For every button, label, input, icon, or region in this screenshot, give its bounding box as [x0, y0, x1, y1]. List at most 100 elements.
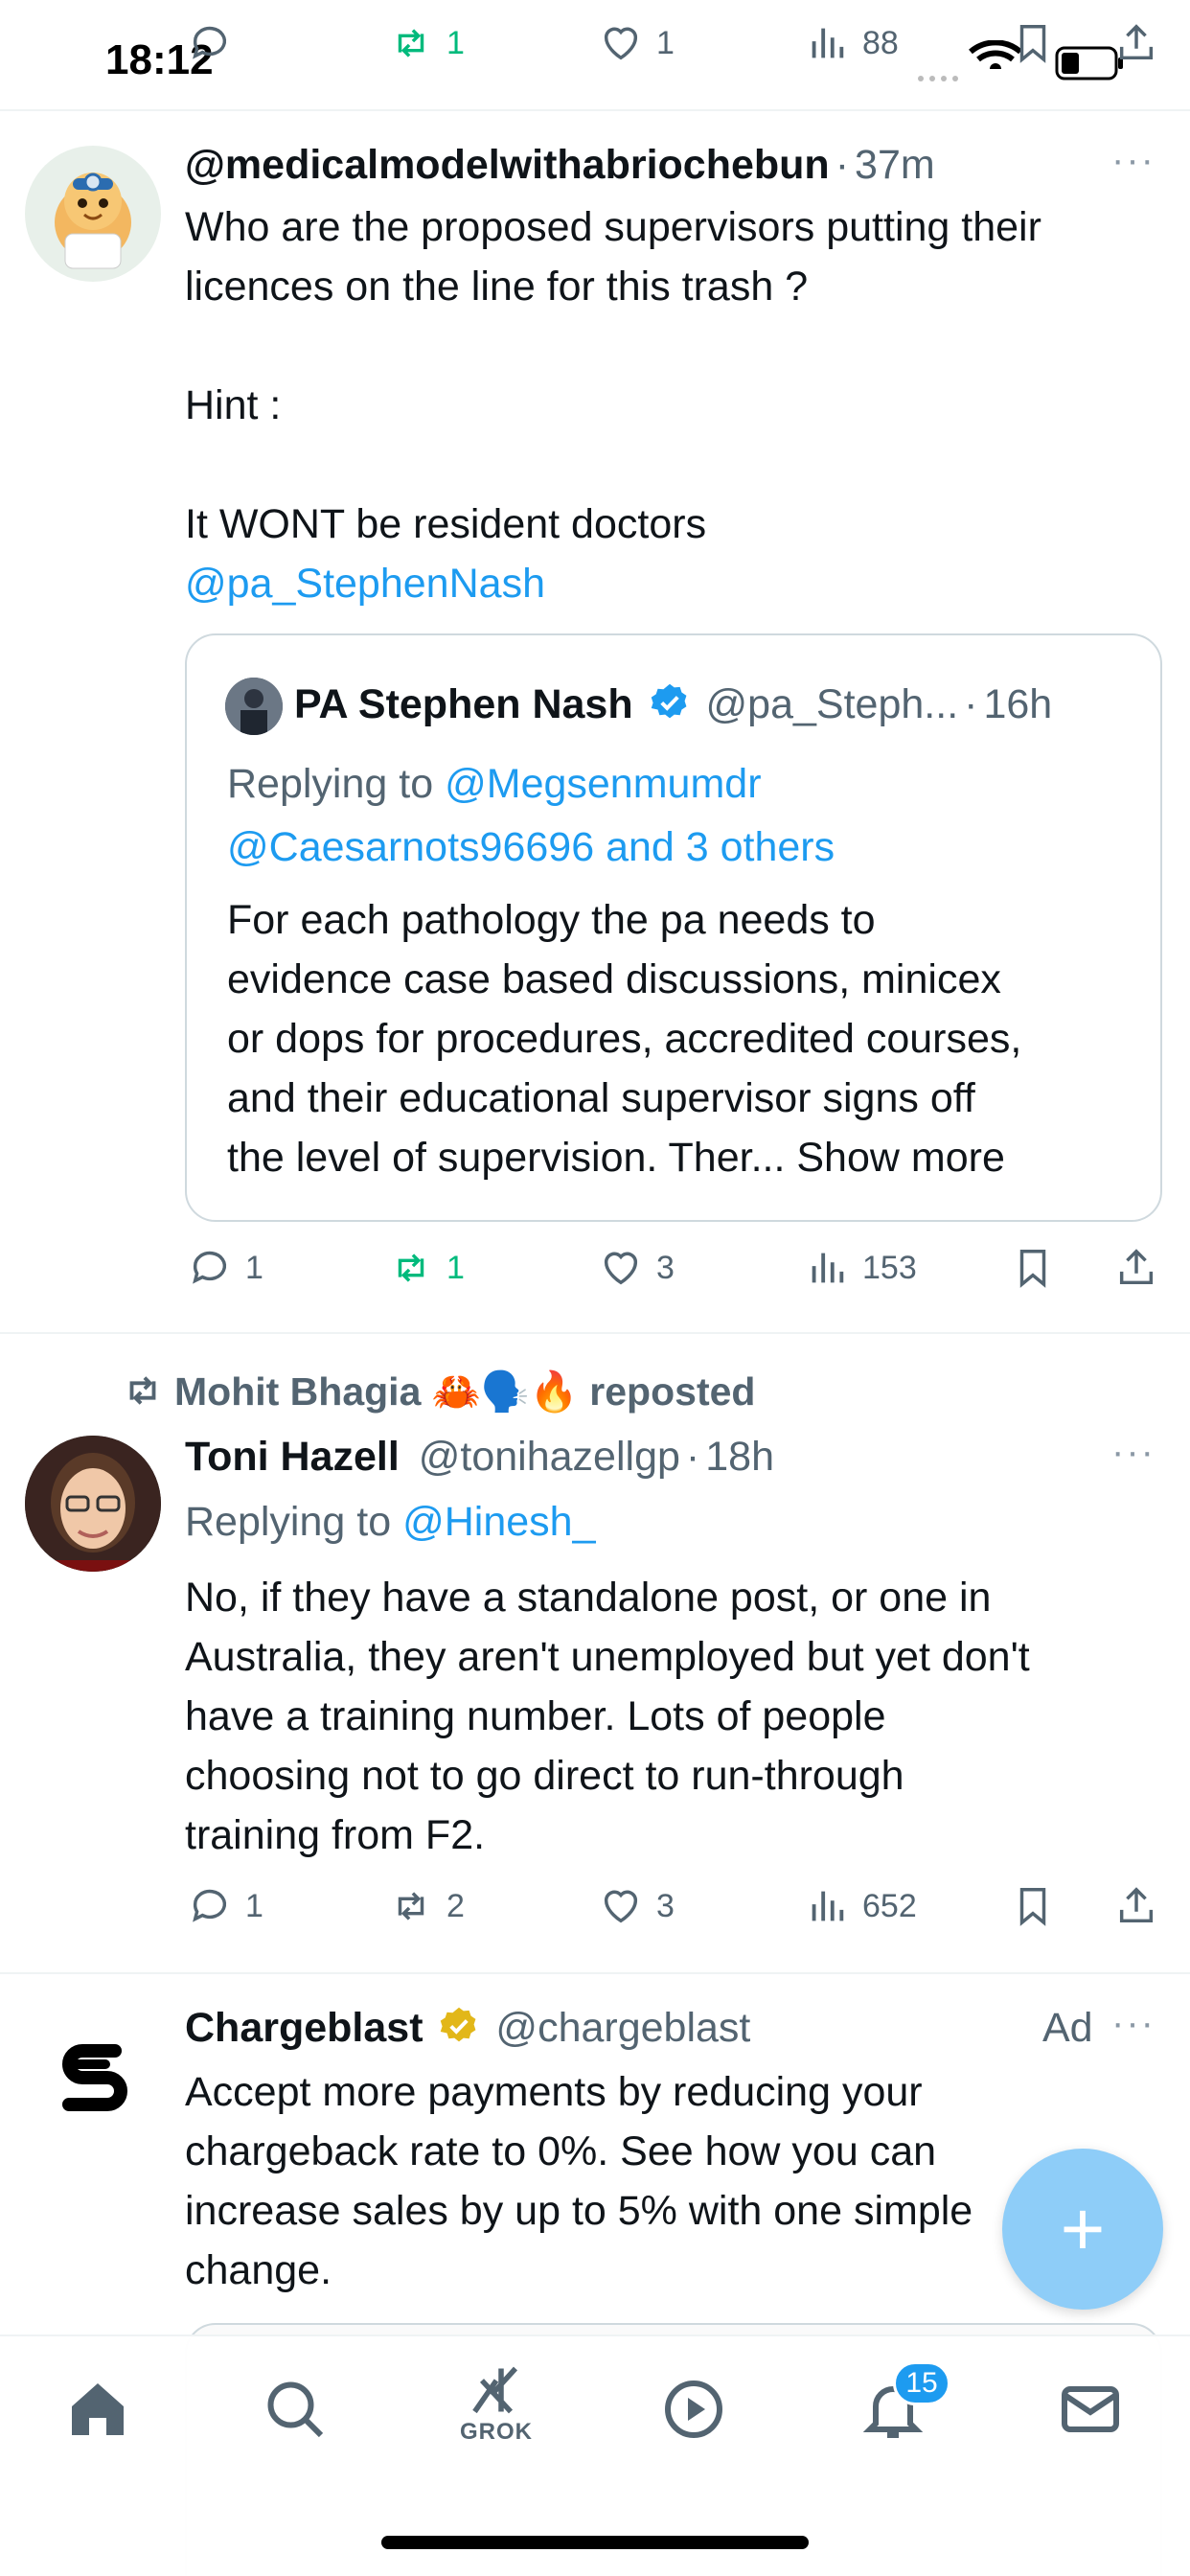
- repost-small-icon: [129, 1376, 156, 1405]
- quote-avatar: [225, 678, 283, 735]
- chargeblast-logo-icon: [62, 2044, 127, 2111]
- tweet1-handle[interactable]: @medicalmodelwithabriochebun: [185, 142, 830, 188]
- nav-home[interactable]: [63, 2375, 132, 2444]
- views-icon: [812, 28, 844, 58]
- tweet1-repost-count: 1: [446, 1249, 465, 1286]
- reply-icon: [193, 26, 227, 59]
- tweet1-bookmark-button[interactable]: [1011, 1246, 1055, 1290]
- nav-messages[interactable]: [1056, 2375, 1125, 2444]
- tweet1-reply-button[interactable]: 1: [188, 1246, 263, 1290]
- tweet2-reply-button[interactable]: 1: [188, 1884, 263, 1928]
- quote-replying-link-2[interactable]: @Caesarnots96696 and 3 others: [227, 824, 835, 870]
- views-icon: [812, 1253, 844, 1283]
- home-icon: [72, 2383, 124, 2435]
- tweet2-reply-count: 1: [245, 1887, 263, 1924]
- tweet2-replying-prefix: Replying to: [185, 1499, 392, 1545]
- tweet1-repost-button[interactable]: 1: [389, 1246, 465, 1290]
- repost-icon: [398, 29, 424, 58]
- tweet1-line: [185, 316, 1172, 376]
- tweet2-share-button[interactable]: [1114, 1884, 1158, 1928]
- bookmark-icon: [1019, 25, 1046, 63]
- notifications-badge: 15: [893, 2361, 950, 2405]
- tweet1-mention-link[interactable]: @pa_StephenNash: [185, 554, 1172, 613]
- reply-icon: [193, 1889, 227, 1922]
- tweet1-line: [185, 435, 1172, 494]
- repost-icon: [398, 1254, 424, 1282]
- prev-like-button[interactable]: 1: [599, 21, 675, 65]
- tweet1-line: It WONT be resident doctors: [185, 501, 707, 547]
- tweet3-author-name[interactable]: Chargeblast: [185, 2005, 423, 2051]
- heart-icon: [604, 27, 638, 60]
- prev-views-button[interactable]: 88: [805, 21, 899, 65]
- avatar-chargeblast[interactable]: [48, 2032, 140, 2124]
- top-divider: [0, 109, 1190, 111]
- quote-line: the level of supervision. Ther...: [227, 1135, 786, 1181]
- tweet2-line: training from F2.: [185, 1812, 486, 1858]
- tweet2-like-button[interactable]: 3: [599, 1884, 675, 1928]
- tweet3-line: Accept more payments by reducing your: [185, 2069, 923, 2115]
- tweet1-reply-count: 1: [245, 1249, 263, 1286]
- tweet1-like-count: 3: [656, 1249, 675, 1286]
- quote-line: evidence case based discussions, minicex: [227, 956, 1001, 1002]
- quote-author-handle: @pa_Steph...: [705, 681, 959, 727]
- tweet2-repost-button[interactable]: 2: [389, 1884, 465, 1928]
- tweet2-text: No, if they have a standalone post, or o…: [185, 1568, 1172, 1865]
- tweet1-share-button[interactable]: [1114, 1246, 1158, 1290]
- repost-context: Mohit Bhagia 🦀🗣️🔥 reposted: [121, 1367, 755, 1416]
- nav-notifications[interactable]: 15: [858, 2361, 950, 2444]
- prev-bookmark-button[interactable]: [1011, 21, 1055, 65]
- tweet2-views-count: 652: [862, 1887, 917, 1924]
- quote-line: and their educational supervisor signs o…: [227, 1075, 975, 1121]
- prev-repost-button[interactable]: 1: [389, 21, 465, 65]
- tweet1-line: Hint :: [185, 382, 282, 428]
- tweet1-views-button[interactable]: 153: [805, 1246, 917, 1290]
- quote-dot: ·: [964, 681, 978, 727]
- nav-search[interactable]: [261, 2375, 330, 2444]
- quote-card[interactable]: PA Stephen Nash @pa_Steph... · 16h Replyin…: [185, 633, 1162, 1222]
- tweet2-repost-count: 2: [446, 1887, 465, 1924]
- prev-repost-count: 1: [446, 24, 465, 61]
- tweet2-bookmark-button[interactable]: [1011, 1884, 1055, 1928]
- bookmark-icon: [1019, 1888, 1046, 1926]
- heart-icon: [604, 1890, 638, 1923]
- tweet2-replying: Replying to @Hinesh_: [185, 1495, 596, 1549]
- tweet3-more-icon[interactable]: ···: [1111, 2002, 1156, 2045]
- tweet2-more-icon[interactable]: ···: [1111, 1431, 1156, 1474]
- tweet2-line: choosing not to go direct to run-through: [185, 1753, 904, 1799]
- tweet2-replying-link[interactable]: @Hinesh_: [402, 1499, 595, 1545]
- nav-grok[interactable]: GROK: [460, 2361, 533, 2446]
- tweet1-dot: ·: [835, 142, 850, 188]
- reply-icon: [193, 1251, 227, 1284]
- prev-reply-button[interactable]: [188, 21, 232, 65]
- prev-share-button[interactable]: [1114, 21, 1158, 65]
- quote-line-last: the level of supervision. Ther... Show m…: [227, 1128, 1147, 1187]
- tweet2-author-handle: @tonihazellgp: [418, 1434, 680, 1480]
- grok-icon: [472, 2366, 518, 2414]
- grok-label: GROK: [460, 2419, 533, 2445]
- tweet3-line: chargeback rate to 0%. See how you can: [185, 2128, 937, 2174]
- ad-label: Ad: [1042, 2005, 1093, 2051]
- verified-blue-icon: [651, 683, 686, 719]
- tweet1-more-icon[interactable]: ···: [1111, 139, 1156, 182]
- tweet1-views-count: 153: [862, 1249, 917, 1286]
- avatar-toni-hazell[interactable]: [25, 1436, 161, 1572]
- tweet2-views-button[interactable]: 652: [805, 1884, 917, 1928]
- quote-line: or dops for procedures, accredited cours…: [227, 1016, 1022, 1062]
- nav-video[interactable]: [659, 2375, 728, 2444]
- home-indicator: [381, 2536, 809, 2549]
- compose-button[interactable]: +: [1002, 2149, 1163, 2310]
- repost-context-text[interactable]: Mohit Bhagia 🦀🗣️🔥 reposted: [174, 1369, 755, 1414]
- tweet2-like-count: 3: [656, 1887, 675, 1924]
- show-more-link[interactable]: Show more: [796, 1135, 1004, 1181]
- quote-author-name[interactable]: PA Stephen Nash: [294, 681, 633, 727]
- quote-replying-link-1[interactable]: @Megsenmumdr: [445, 761, 761, 807]
- views-icon: [812, 1891, 844, 1921]
- tweet1-like-button[interactable]: 3: [599, 1246, 675, 1290]
- quote-line: For each pathology the pa needs to: [227, 897, 876, 943]
- tweet3-header: Chargeblast @chargeblast: [185, 2003, 750, 2053]
- share-icon: [1119, 1887, 1154, 1923]
- tweet2-author-name[interactable]: Toni Hazell: [185, 1434, 400, 1480]
- avatar-medicalmodel[interactable]: [25, 146, 161, 282]
- tweet2-dot: ·: [685, 1434, 700, 1480]
- repost-icon: [398, 1892, 424, 1920]
